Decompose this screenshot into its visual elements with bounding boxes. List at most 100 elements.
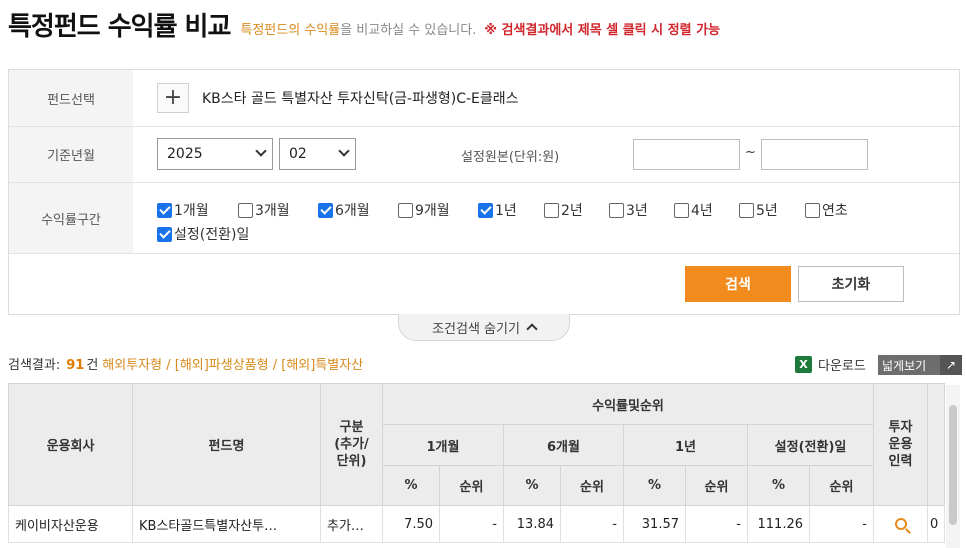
period-checkbox-9m[interactable]: 9개월 xyxy=(398,200,450,220)
cell-rank-since-inception: - xyxy=(809,505,874,543)
table-row: 케이비자산운용 KB스타골드특별자산투… 추가… 7.50 - 13.84 - … xyxy=(8,505,945,543)
period-checkbox-ytd[interactable]: 연초 xyxy=(805,200,848,220)
principal-to-input[interactable] xyxy=(761,139,868,170)
cell-rank-1y: - xyxy=(685,505,748,543)
subtitle-rest: 을 비교하실 수 있습니다. xyxy=(340,23,477,38)
result-categories: 해외투자형 / [해외]파생상품형 / [해외]특별자산 xyxy=(102,358,364,373)
result-count: 91 xyxy=(66,358,85,373)
year-value: 2025 xyxy=(167,146,203,162)
download-button[interactable]: X 다운로드 xyxy=(795,355,866,374)
period-checkbox-5y[interactable]: 5년 xyxy=(739,200,778,220)
wide-view-button[interactable]: 넓게보기 ↗ xyxy=(878,355,962,375)
month-value: 02 xyxy=(289,146,307,162)
col-header-type[interactable]: 구분 (추가/ 단위) xyxy=(320,383,383,506)
period-checkbox-1y[interactable]: 1년 xyxy=(478,200,517,220)
fund-results-table: 운용회사 펀드명 구분 (추가/ 단위) 수익률및순위 투자 운용 인력 1개월… xyxy=(8,383,945,543)
col-header-pct[interactable]: % xyxy=(382,465,440,506)
cell-return-since-inception: 111.26 xyxy=(747,505,810,543)
reset-button[interactable]: 초기화 xyxy=(798,266,904,302)
period-checkbox-3y[interactable]: 3년 xyxy=(609,200,648,220)
magnifier-icon[interactable] xyxy=(894,518,907,530)
checkbox[interactable] xyxy=(157,226,172,242)
page-subtitle: 특정펀드의 수익률을 비교하실 수 있습니다. xyxy=(240,18,476,44)
excel-icon: X xyxy=(795,356,812,373)
result-unit: 건 xyxy=(86,358,99,373)
period-checkbox-1m[interactable]: 1개월 xyxy=(157,200,209,220)
base-month-label: 기준년월 xyxy=(9,127,133,182)
period-checkbox-since-inception[interactable]: 설정(전환)일 xyxy=(157,224,249,244)
cell-type: 추가… xyxy=(320,505,383,543)
col-header-return-rank: 수익률및순위 xyxy=(382,383,874,425)
checkbox[interactable] xyxy=(157,202,172,218)
year-select[interactable]: 2025 xyxy=(157,138,273,170)
period-checkbox-4y[interactable]: 4년 xyxy=(674,200,713,220)
range-tilde: ~ xyxy=(745,145,756,160)
cell-extra: 0 xyxy=(927,505,945,543)
sort-notice: ※ 검색결과에서 제목 셀 클릭 시 정렬 가능 xyxy=(484,23,721,38)
download-label: 다운로드 xyxy=(818,359,866,374)
page-header: 특정펀드 수익률 비교 특정펀드의 수익률을 비교하실 수 있습니다. ※ 검색… xyxy=(8,4,720,44)
col-header-investment-staff[interactable]: 투자 운용 인력 xyxy=(873,383,928,506)
page-title: 특정펀드 수익률 비교 xyxy=(8,12,231,42)
checkbox[interactable] xyxy=(318,202,333,218)
col-header-period-1y[interactable]: 1년 xyxy=(623,424,748,466)
chevron-down-icon xyxy=(338,145,350,157)
return-range-label: 수익률구간 xyxy=(9,183,133,253)
col-header-extra xyxy=(927,383,945,506)
principal-label: 설정원본(단위:원) xyxy=(461,150,560,165)
period-label: 1년 xyxy=(495,203,517,219)
col-header-period-since-inception[interactable]: 설정(전환)일 xyxy=(747,424,874,466)
expand-arrow-icon: ↗ xyxy=(940,355,962,375)
checkbox[interactable] xyxy=(739,202,754,218)
period-checkbox-3m[interactable]: 3개월 xyxy=(238,200,290,220)
checkbox[interactable] xyxy=(238,202,253,218)
col-header-rank[interactable]: 순위 xyxy=(560,465,624,506)
fund-select-label: 펀드선택 xyxy=(9,70,133,126)
col-header-fund-name[interactable]: 펀드명 xyxy=(132,383,321,506)
add-fund-button[interactable]: + xyxy=(157,83,189,113)
base-month-row: 기준년월 2025 02 설정원본(단위:원) ~ xyxy=(9,127,959,183)
checkbox[interactable] xyxy=(398,202,413,218)
cell-rank-1m: - xyxy=(439,505,504,543)
checkbox[interactable] xyxy=(805,202,820,218)
checkbox[interactable] xyxy=(478,202,493,218)
col-header-pct[interactable]: % xyxy=(623,465,686,506)
col-header-rank[interactable]: 순위 xyxy=(439,465,504,506)
col-header-pct[interactable]: % xyxy=(747,465,810,506)
cell-investment-staff[interactable] xyxy=(873,505,928,543)
col-header-rank[interactable]: 순위 xyxy=(809,465,874,506)
period-label: 연초 xyxy=(822,203,848,219)
period-label: 5년 xyxy=(756,203,778,219)
scrollbar-thumb[interactable] xyxy=(949,405,957,525)
checkbox[interactable] xyxy=(609,202,624,218)
period-label: 9개월 xyxy=(415,203,450,219)
period-label: 3개월 xyxy=(255,203,290,219)
period-label: 1개월 xyxy=(174,203,209,219)
col-header-company[interactable]: 운용회사 xyxy=(8,383,133,506)
cell-rank-6m: - xyxy=(560,505,624,543)
cell-return-1y: 31.57 xyxy=(623,505,686,543)
col-header-period-1m[interactable]: 1개월 xyxy=(382,424,504,466)
col-header-pct[interactable]: % xyxy=(503,465,561,506)
col-header-rank[interactable]: 순위 xyxy=(685,465,748,506)
vertical-scrollbar[interactable] xyxy=(946,385,960,548)
principal-from-input[interactable] xyxy=(633,139,740,170)
result-summary: 검색결과: 91 건 해외투자형 / [해외]파생상품형 / [해외]특별자산 xyxy=(8,354,363,373)
return-range-row: 수익률구간 1개월 3개월 6개월 9개월 1년 2년 3년 4년 5년 연초 … xyxy=(9,183,959,254)
period-label: 2년 xyxy=(561,203,583,219)
period-label: 6개월 xyxy=(335,203,370,219)
search-condition-panel: 펀드선택 + KB스타 골드 특별자산 투자신탁(금-파생형)C-E클래스 기준… xyxy=(8,69,960,315)
search-button[interactable]: 검색 xyxy=(685,266,791,302)
hide-conditions-toggle[interactable]: 조건검색 숨기기 xyxy=(398,314,570,341)
period-checkbox-2y[interactable]: 2년 xyxy=(544,200,583,220)
cell-fund-name[interactable]: KB스타골드특별자산투… xyxy=(132,505,321,543)
toggle-label: 조건검색 숨기기 xyxy=(432,321,520,337)
month-select[interactable]: 02 xyxy=(279,138,356,170)
checkbox[interactable] xyxy=(544,202,559,218)
period-checkbox-6m[interactable]: 6개월 xyxy=(318,200,370,220)
chevron-down-icon xyxy=(255,145,267,157)
checkbox[interactable] xyxy=(674,202,689,218)
chevron-up-icon xyxy=(526,323,538,335)
col-header-period-6m[interactable]: 6개월 xyxy=(503,424,624,466)
period-label: 3년 xyxy=(626,203,648,219)
